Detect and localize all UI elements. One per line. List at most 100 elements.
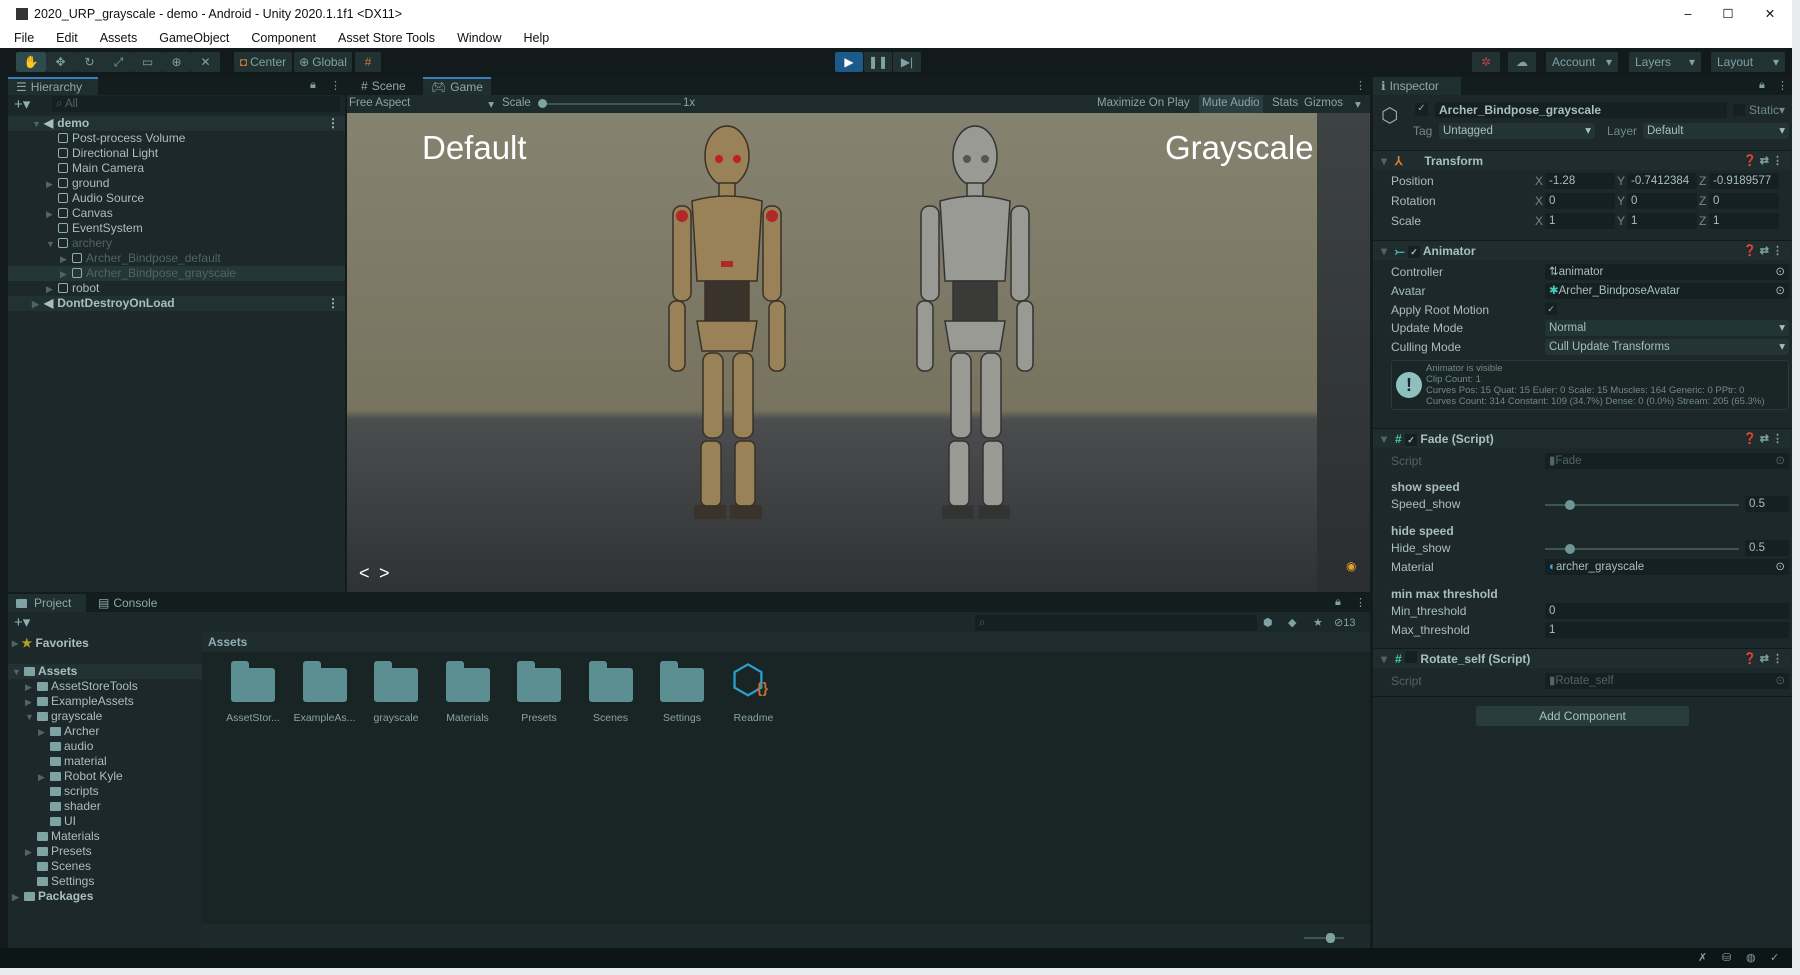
expand-arrow-open-icon[interactable]: ▼: [25, 710, 37, 725]
menu-gameobject[interactable]: GameObject: [145, 31, 237, 45]
min-threshold-input[interactable]: 0: [1545, 603, 1789, 619]
more-options-icon[interactable]: ⋮: [330, 79, 341, 92]
tab-project[interactable]: Project: [8, 594, 86, 612]
object-picker-icon[interactable]: ⊙: [1775, 559, 1785, 575]
rotate-enabled-checkbox[interactable]: [1405, 651, 1418, 663]
rotation-x-input[interactable]: 0: [1545, 193, 1615, 209]
culling-mode-dropdown[interactable]: Cull Update Transforms ▾: [1545, 339, 1789, 355]
search-by-label-icon[interactable]: ◆: [1288, 616, 1296, 629]
transform-tool-button[interactable]: ⊕: [162, 52, 191, 72]
scale-slider-thumb[interactable]: [538, 99, 547, 108]
hierarchy-item[interactable]: ▼ ◀ demo ⋮: [8, 116, 345, 131]
project-folder-item[interactable]: ▶ ExampleAssets: [8, 694, 202, 709]
create-button[interactable]: +▾: [14, 95, 30, 113]
game-viewport[interactable]: Default Grayscale < > ◉: [347, 113, 1370, 592]
scale-tool-button[interactable]: ⤢: [104, 52, 133, 72]
expand-arrow-closed-icon[interactable]: ▶: [32, 297, 44, 312]
cloud-button[interactable]: ☁: [1508, 52, 1536, 72]
asset-item[interactable]: Settings: [647, 652, 717, 732]
search-by-type-icon[interactable]: ⬢: [1263, 616, 1273, 629]
maximize-on-play-toggle[interactable]: Maximize On Play: [1097, 97, 1190, 109]
active-checkbox[interactable]: ✓: [1415, 103, 1428, 116]
create-button[interactable]: +▾: [14, 613, 30, 631]
hierarchy-item[interactable]: Post-process Volume: [8, 131, 345, 146]
gizmos-dropdown[interactable]: Gizmos: [1304, 97, 1343, 109]
cache-server-icon[interactable]: ⛁: [1722, 951, 1731, 964]
slider-thumb[interactable]: [1565, 500, 1576, 510]
asset-item[interactable]: ⬡{} Readme: [719, 652, 789, 732]
project-folder-item[interactable]: scripts: [8, 784, 202, 799]
layout-dropdown[interactable]: Layout ▾: [1711, 52, 1785, 72]
scale-slider[interactable]: [538, 99, 681, 108]
scale-y-input[interactable]: 1: [1627, 213, 1697, 229]
hierarchy-search-input[interactable]: ⌕ All: [52, 96, 340, 112]
favorites-item[interactable]: ▸ ★ Favorites: [12, 636, 89, 651]
close-button[interactable]: ✕: [1748, 6, 1792, 21]
aspect-dropdown[interactable]: Free Aspect ▾: [349, 97, 494, 111]
asset-item[interactable]: Scenes: [576, 652, 646, 732]
expand-arrow-closed-icon[interactable]: ▶: [38, 725, 50, 740]
expand-arrow-closed-icon[interactable]: ▶: [25, 695, 37, 710]
progress-check-icon[interactable]: ✓: [1770, 951, 1779, 964]
position-z-input[interactable]: -0.9189577: [1709, 173, 1779, 189]
project-folder-item[interactable]: ▶ Packages: [8, 889, 202, 904]
previous-button[interactable]: <: [359, 563, 370, 584]
more-options-icon[interactable]: ⋮: [327, 116, 339, 131]
update-mode-dropdown[interactable]: Normal ▾: [1545, 320, 1789, 336]
layer-dropdown[interactable]: Default ▾: [1643, 123, 1789, 139]
account-dropdown[interactable]: Account ▾: [1546, 52, 1618, 72]
project-folder-item[interactable]: ▶ AssetStoreTools: [8, 679, 202, 694]
project-folder-item[interactable]: ▼ grayscale: [8, 709, 202, 724]
tab-inspector[interactable]: ℹ Inspector: [1373, 77, 1461, 95]
hierarchy-item[interactable]: ▶ ◀ DontDestroyOnLoad ⋮: [8, 296, 345, 311]
hierarchy-item[interactable]: ▶ Archer_Bindpose_grayscale: [8, 266, 345, 281]
tab-game[interactable]: 🎮︎ Game: [423, 77, 491, 95]
hierarchy-item[interactable]: Main Camera: [8, 161, 345, 176]
project-folder-item[interactable]: Settings: [8, 874, 202, 889]
stats-toggle[interactable]: Stats: [1272, 97, 1298, 109]
rect-tool-button[interactable]: ▭: [133, 52, 162, 72]
max-threshold-input[interactable]: 1: [1545, 622, 1789, 638]
component-icons[interactable]: ❓ ⇄ ⋮: [1743, 429, 1783, 449]
icon-size-slider[interactable]: [1304, 933, 1344, 943]
menu-window[interactable]: Window: [443, 31, 509, 45]
object-picker-icon[interactable]: ⊙: [1775, 283, 1785, 299]
static-dropdown[interactable]: Static▾: [1749, 103, 1785, 117]
tab-console[interactable]: ▤ Console: [90, 594, 165, 612]
project-folder-item[interactable]: shader: [8, 799, 202, 814]
menu-component[interactable]: Component: [237, 31, 324, 45]
animator-enabled-checkbox[interactable]: ✓: [1407, 246, 1420, 258]
more-options-icon[interactable]: ⋮: [1355, 596, 1366, 609]
project-folder-item[interactable]: ▼ Assets: [8, 664, 202, 679]
static-checkbox[interactable]: [1733, 104, 1745, 116]
more-options-icon[interactable]: ⋮: [1355, 79, 1366, 92]
expand-arrow-closed-icon[interactable]: ▶: [46, 282, 58, 297]
scale-z-input[interactable]: 1: [1709, 213, 1779, 229]
position-x-input[interactable]: -1.28: [1545, 173, 1615, 189]
project-search-input[interactable]: ⌕: [975, 615, 1257, 631]
avatar-field[interactable]: ✱Archer_BindposeAvatar ⊙: [1545, 283, 1789, 299]
next-button[interactable]: >: [379, 563, 390, 584]
expand-arrow-closed-icon[interactable]: ▶: [46, 177, 58, 192]
fade-script-header[interactable]: ▾ # ✓ Fade (Script) ❓ ⇄ ⋮: [1373, 428, 1791, 448]
hide-show-input[interactable]: 0.5: [1745, 540, 1789, 556]
custom-tool-button[interactable]: ✕: [191, 52, 220, 72]
expand-arrow-closed-icon[interactable]: ▶: [60, 267, 72, 282]
lock-icon[interactable]: 🔒︎: [1759, 79, 1765, 92]
speed-show-slider[interactable]: [1545, 500, 1739, 510]
object-name-input[interactable]: Archer_Bindpose_grayscale: [1435, 102, 1727, 118]
menu-file[interactable]: File: [0, 31, 42, 45]
layers-dropdown[interactable]: Layers ▾: [1629, 52, 1701, 72]
breadcrumb[interactable]: Assets: [202, 632, 1370, 652]
more-options-icon[interactable]: ⋮: [1777, 79, 1788, 92]
project-folder-item[interactable]: Materials: [8, 829, 202, 844]
hierarchy-item[interactable]: ▶ robot: [8, 281, 345, 296]
step-button[interactable]: ▶|: [893, 52, 921, 72]
pause-button[interactable]: ❚❚: [864, 52, 892, 72]
project-folder-item[interactable]: ▶ Archer: [8, 724, 202, 739]
play-button[interactable]: ▶: [835, 52, 863, 72]
expand-arrow-closed-icon[interactable]: ▶: [25, 680, 37, 695]
tag-dropdown[interactable]: Untagged ▾: [1439, 123, 1595, 139]
expand-arrow-closed-icon[interactable]: ▶: [25, 845, 37, 860]
root-motion-checkbox[interactable]: ✓: [1545, 303, 1557, 315]
